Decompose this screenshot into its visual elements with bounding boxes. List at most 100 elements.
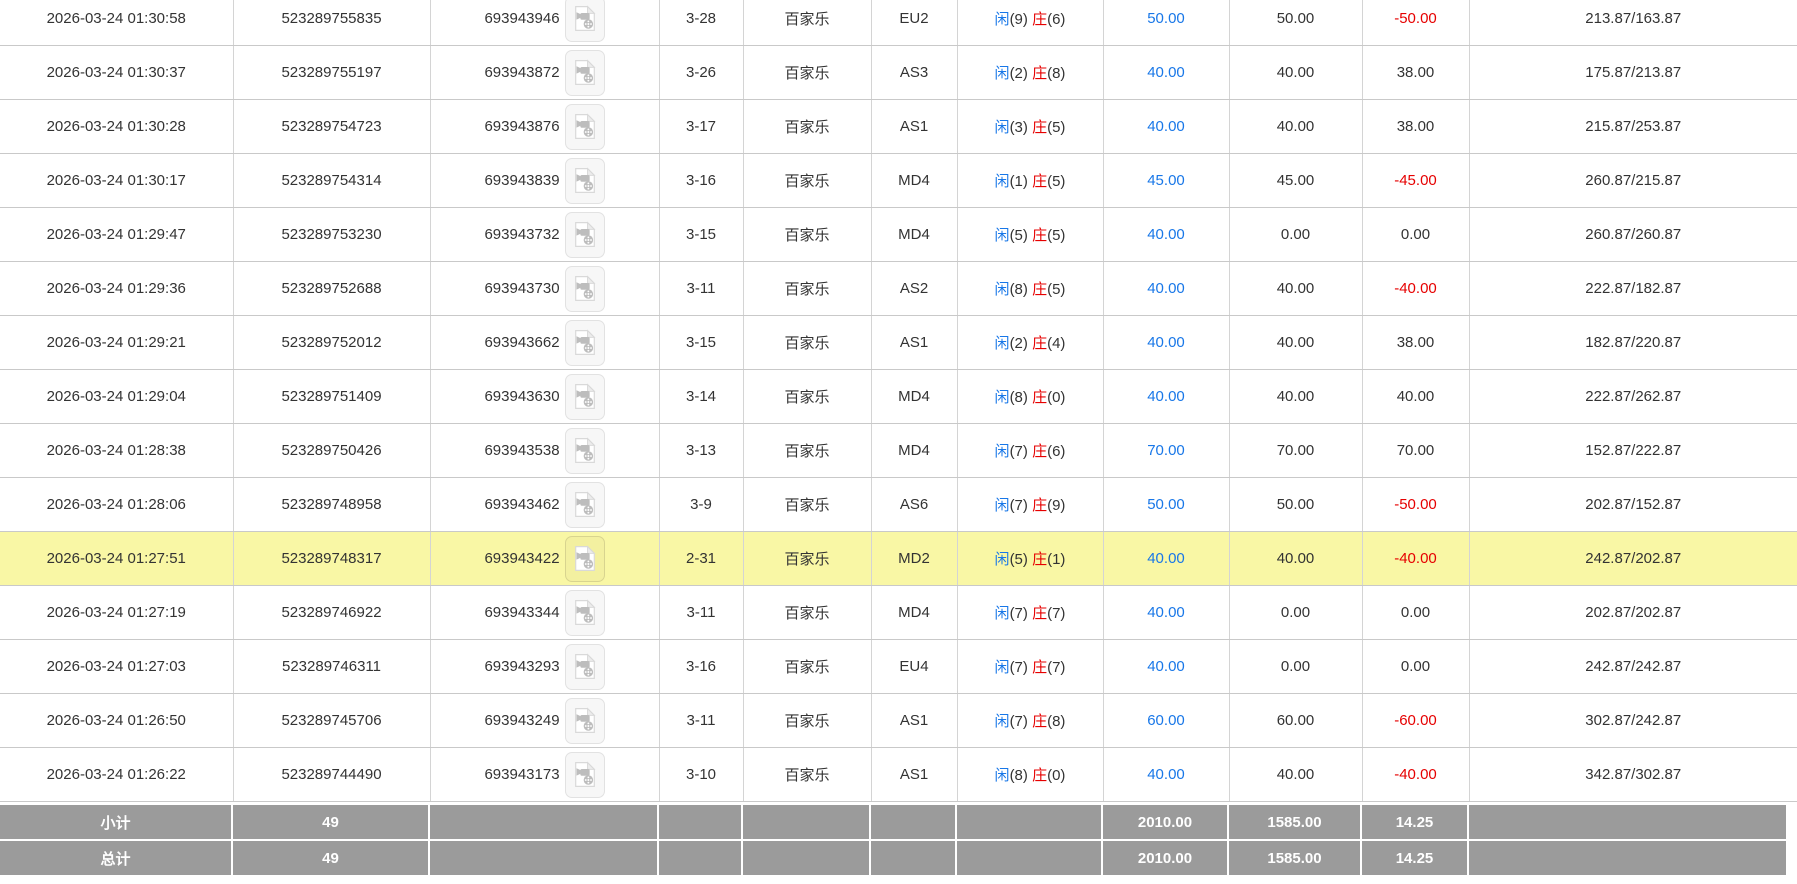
video-replay-button[interactable] xyxy=(565,536,605,582)
bet-amount-link[interactable]: 40.00 xyxy=(1147,550,1185,567)
player-result-label: 闲 xyxy=(995,659,1010,676)
cell-bet-time: 2026-03-24 01:29:04 xyxy=(0,370,233,424)
bet-amount-link[interactable]: 60.00 xyxy=(1147,712,1185,729)
video-replay-icon xyxy=(574,329,596,356)
cell-win-loss: 40.00 xyxy=(1362,370,1469,424)
cell-result: 闲(8) 庄(0) xyxy=(957,370,1103,424)
cell-table-code: AS1 xyxy=(871,100,957,154)
banker-result-label: 庄 xyxy=(1032,605,1047,622)
bet-amount-link[interactable]: 45.00 xyxy=(1147,172,1185,189)
video-replay-icon xyxy=(574,383,596,410)
subtotal-valid: 1585.00 xyxy=(1229,805,1362,841)
video-replay-button[interactable] xyxy=(565,428,605,474)
cell-win-loss: 38.00 xyxy=(1362,316,1469,370)
bet-amount-link[interactable]: 50.00 xyxy=(1147,496,1185,513)
table-row: 2026-03-24 01:28:06 523289748958 6939434… xyxy=(0,478,1797,532)
player-result-label: 闲 xyxy=(995,713,1010,730)
video-replay-button[interactable] xyxy=(565,374,605,420)
video-replay-icon xyxy=(574,437,596,464)
bet-records-table: 2026-03-24 01:30:58 523289755835 6939439… xyxy=(0,0,1797,802)
player-result-score: (8) xyxy=(1010,767,1028,784)
total-label: 总计 xyxy=(0,841,233,877)
cell-table-code: AS1 xyxy=(871,316,957,370)
cell-balance: 215.87/253.87 xyxy=(1469,100,1797,154)
banker-result-score: (5) xyxy=(1047,173,1065,190)
player-result-score: (8) xyxy=(1010,389,1028,406)
player-result-label: 闲 xyxy=(995,497,1010,514)
cell-valid-amount: 40.00 xyxy=(1229,262,1362,316)
cell-result: 闲(9) 庄(6) xyxy=(957,0,1103,46)
cell-result: 闲(7) 庄(9) xyxy=(957,478,1103,532)
cell-balance: 242.87/202.87 xyxy=(1469,532,1797,586)
player-result-label: 闲 xyxy=(995,11,1010,28)
video-replay-button[interactable] xyxy=(565,0,605,42)
bet-amount-link[interactable]: 40.00 xyxy=(1147,766,1185,783)
cell-bet-id: 523289754723 xyxy=(233,100,430,154)
banker-result-score: (5) xyxy=(1047,227,1065,244)
video-replay-icon xyxy=(574,167,596,194)
cell-bet-time: 2026-03-24 01:27:19 xyxy=(0,586,233,640)
bet-amount-link[interactable]: 40.00 xyxy=(1147,388,1185,405)
player-result-score: (2) xyxy=(1010,335,1028,352)
bet-amount-link[interactable]: 40.00 xyxy=(1147,64,1185,81)
cell-win-loss: 70.00 xyxy=(1362,424,1469,478)
video-replay-button[interactable] xyxy=(565,158,605,204)
cell-round: 3-16 xyxy=(659,154,743,208)
cell-game-id: 693943173 xyxy=(430,748,659,802)
banker-result-label: 庄 xyxy=(1032,65,1047,82)
cell-table-code: AS6 xyxy=(871,478,957,532)
player-result-label: 闲 xyxy=(995,605,1010,622)
cell-valid-amount: 40.00 xyxy=(1229,370,1362,424)
bet-amount-link[interactable]: 50.00 xyxy=(1147,10,1185,27)
video-replay-button[interactable] xyxy=(565,590,605,636)
cell-bet-id: 523289755197 xyxy=(233,46,430,100)
cell-valid-amount: 40.00 xyxy=(1229,316,1362,370)
video-replay-button[interactable] xyxy=(565,212,605,258)
cell-result: 闲(5) 庄(5) xyxy=(957,208,1103,262)
bet-amount-link[interactable]: 40.00 xyxy=(1147,226,1185,243)
video-replay-button[interactable] xyxy=(565,320,605,366)
cell-round: 3-11 xyxy=(659,694,743,748)
cell-table-code: MD4 xyxy=(871,370,957,424)
bet-amount-link[interactable]: 40.00 xyxy=(1147,604,1185,621)
video-replay-button[interactable] xyxy=(565,482,605,528)
video-replay-button[interactable] xyxy=(565,644,605,690)
cell-round: 3-17 xyxy=(659,100,743,154)
cell-round: 3-28 xyxy=(659,0,743,46)
table-row: 2026-03-24 01:26:22 523289744490 6939431… xyxy=(0,748,1797,802)
video-replay-icon xyxy=(574,599,596,626)
banker-result-score: (6) xyxy=(1047,443,1065,460)
bet-amount-link[interactable]: 70.00 xyxy=(1147,442,1185,459)
video-replay-button[interactable] xyxy=(565,104,605,150)
cell-table-code: AS3 xyxy=(871,46,957,100)
subtotal-row: 小计 49 2010.00 1585.00 14.25 xyxy=(0,805,1788,841)
video-replay-button[interactable] xyxy=(565,752,605,798)
player-result-label: 闲 xyxy=(995,227,1010,244)
cell-round: 3-11 xyxy=(659,262,743,316)
video-replay-button[interactable] xyxy=(565,698,605,744)
cell-balance: 202.87/152.87 xyxy=(1469,478,1797,532)
table-row: 2026-03-24 01:29:36 523289752688 6939437… xyxy=(0,262,1797,316)
cell-table-code: EU4 xyxy=(871,640,957,694)
subtotal-win-loss: 14.25 xyxy=(1362,805,1469,841)
player-result-score: (7) xyxy=(1010,443,1028,460)
player-result-label: 闲 xyxy=(995,173,1010,190)
cell-win-loss: 0.00 xyxy=(1362,586,1469,640)
cell-bet-amount: 40.00 xyxy=(1103,748,1229,802)
bet-amount-link[interactable]: 40.00 xyxy=(1147,334,1185,351)
video-replay-icon xyxy=(574,275,596,302)
bet-amount-link[interactable]: 40.00 xyxy=(1147,658,1185,675)
cell-balance: 202.87/202.87 xyxy=(1469,586,1797,640)
cell-result: 闲(7) 庄(7) xyxy=(957,586,1103,640)
cell-win-loss: -45.00 xyxy=(1362,154,1469,208)
video-replay-button[interactable] xyxy=(565,266,605,312)
video-replay-button[interactable] xyxy=(565,50,605,96)
cell-game-id: 693943946 xyxy=(430,0,659,46)
cell-win-loss: -50.00 xyxy=(1362,0,1469,46)
table-row: 2026-03-24 01:30:17 523289754314 6939438… xyxy=(0,154,1797,208)
cell-round: 3-11 xyxy=(659,586,743,640)
bet-amount-link[interactable]: 40.00 xyxy=(1147,280,1185,297)
bet-amount-link[interactable]: 40.00 xyxy=(1147,118,1185,135)
cell-game-id: 693943249 xyxy=(430,694,659,748)
banker-result-score: (6) xyxy=(1047,11,1065,28)
